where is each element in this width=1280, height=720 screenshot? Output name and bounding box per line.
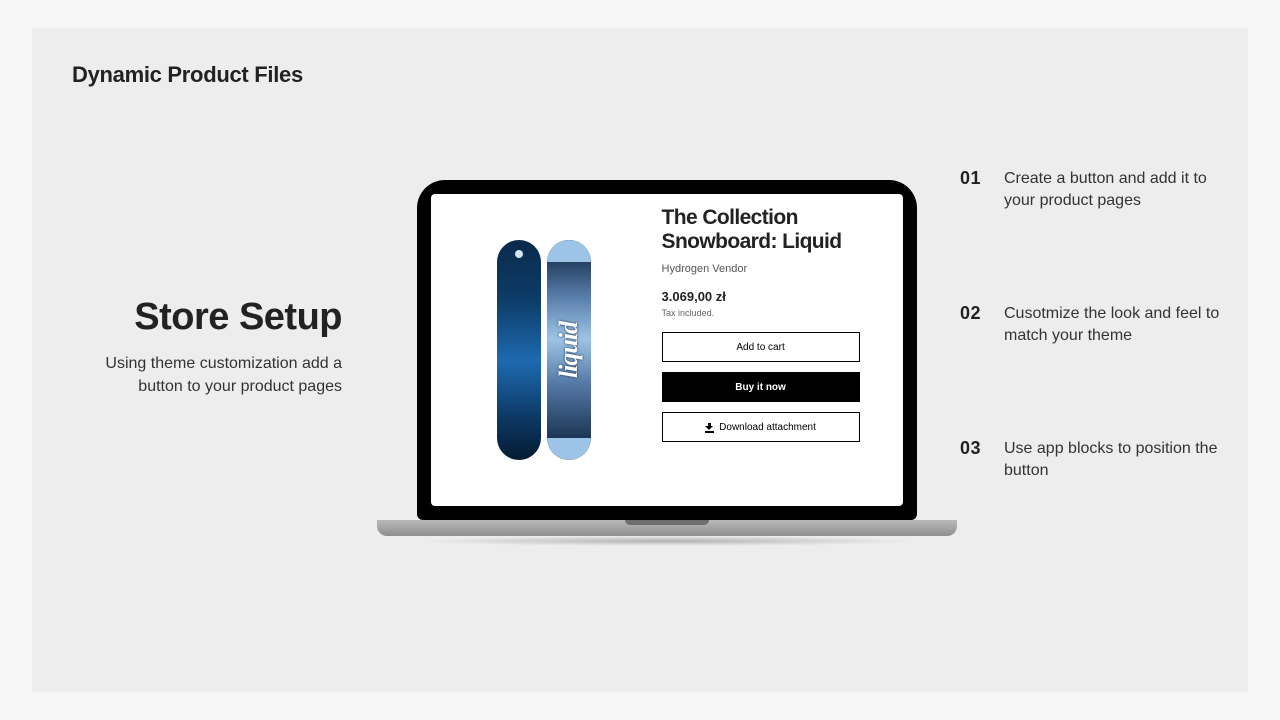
step-text: Use app blocks to position the button [1004, 438, 1220, 483]
step-text: Cusotmize the look and feel to match you… [1004, 303, 1220, 348]
download-icon [705, 423, 714, 432]
snowboard-illustration: liquid [497, 240, 591, 460]
download-attachment-button[interactable]: Download attachment [662, 412, 860, 442]
laptop-mockup: liquid The Collection Snowboard: Liquid … [377, 180, 957, 546]
step-item: 02 Cusotmize the look and feel to match … [960, 303, 1220, 348]
slide-card: Dynamic Product Files Store Setup Using … [32, 28, 1248, 692]
product-vendor: Hydrogen Vendor [662, 263, 885, 275]
download-label: Download attachment [719, 422, 816, 433]
step-number: 01 [960, 168, 988, 213]
laptop-screen: liquid The Collection Snowboard: Liquid … [431, 194, 903, 506]
product-title: The Collection Snowboard: Liquid [662, 206, 885, 253]
section-title: Store Setup [72, 298, 342, 338]
add-to-cart-button[interactable]: Add to cart [662, 332, 860, 362]
section-subtitle: Using theme customization add a button t… [72, 352, 342, 398]
snowboard-right: liquid [547, 240, 591, 460]
buy-now-label: Buy it now [735, 382, 786, 393]
buy-now-button[interactable]: Buy it now [662, 372, 860, 402]
tax-note: Tax included. [662, 308, 885, 318]
product-info: The Collection Snowboard: Liquid Hydroge… [658, 194, 903, 506]
laptop-base [377, 520, 957, 536]
step-number: 02 [960, 303, 988, 348]
product-price: 3.069,00 zł [662, 289, 885, 304]
step-text: Create a button and add it to your produ… [1004, 168, 1220, 213]
brand-title: Dynamic Product Files [72, 62, 303, 88]
left-copy: Store Setup Using theme customization ad… [72, 298, 342, 398]
laptop-shadow [417, 536, 917, 546]
steps-list: 01 Create a button and add it to your pr… [960, 168, 1220, 482]
board-wordmark: liquid [554, 322, 584, 378]
step-number: 03 [960, 438, 988, 483]
snowboard-left [497, 240, 541, 460]
step-item: 03 Use app blocks to position the button [960, 438, 1220, 483]
laptop-bezel: liquid The Collection Snowboard: Liquid … [417, 180, 917, 520]
add-to-cart-label: Add to cart [736, 342, 784, 353]
product-image-area: liquid [431, 194, 658, 506]
step-item: 01 Create a button and add it to your pr… [960, 168, 1220, 213]
